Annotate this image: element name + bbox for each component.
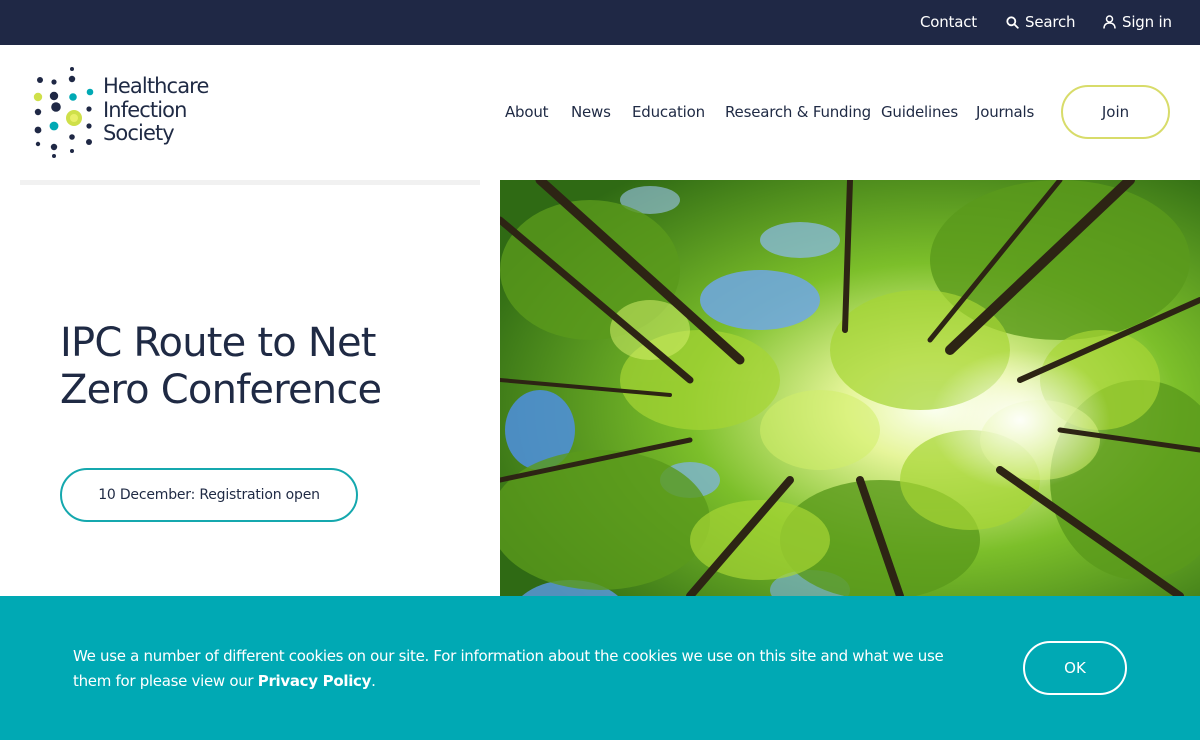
nav-item-journals[interactable]: Journals xyxy=(976,103,1034,121)
utility-bar: Contact Search Sign in xyxy=(0,0,1200,45)
search-label: Search xyxy=(1025,13,1076,31)
cookie-message: We use a number of different cookies on … xyxy=(73,644,973,694)
nav-item-news[interactable]: News xyxy=(571,103,611,121)
hero-image xyxy=(500,180,1200,596)
nav-item-about[interactable]: About xyxy=(505,103,549,121)
cookie-text-after: . xyxy=(371,672,376,690)
logo-line-2: Infection xyxy=(103,97,187,122)
registration-button[interactable]: 10 December: Registration open xyxy=(60,468,358,522)
hero-divider xyxy=(20,180,480,185)
nav-item-guidelines[interactable]: Guidelines xyxy=(881,103,958,121)
nav-item-research-funding[interactable]: Research & Funding xyxy=(725,103,871,121)
logo-line-1: Healthcare xyxy=(103,74,209,98)
nav-item-education[interactable]: Education xyxy=(632,103,705,121)
hero-title: IPC Route to Net Zero Conference xyxy=(60,320,382,413)
cookie-text-before: We use a number of different cookies on … xyxy=(73,647,944,690)
privacy-policy-link[interactable]: Privacy Policy xyxy=(258,672,372,690)
contact-link[interactable]: Contact xyxy=(920,13,977,31)
user-icon xyxy=(1103,15,1116,29)
cookie-ok-button[interactable]: OK xyxy=(1023,641,1127,695)
join-button[interactable]: Join xyxy=(1061,85,1170,139)
search-link[interactable]: Search xyxy=(1006,13,1076,31)
site-logo[interactable]: Healthcare Infection Society xyxy=(30,67,230,159)
sign-in-label: Sign in xyxy=(1122,13,1172,31)
logo-line-3: Society xyxy=(103,121,175,145)
sign-in-link[interactable]: Sign in xyxy=(1103,13,1172,31)
search-icon xyxy=(1006,15,1019,29)
contact-label: Contact xyxy=(920,13,977,31)
cookie-banner: We use a number of different cookies on … xyxy=(0,596,1200,740)
logo-dots-icon xyxy=(33,67,94,158)
logo-wordmark: Healthcare Infection Society xyxy=(103,74,209,146)
site-header: Healthcare Infection Society About News … xyxy=(0,45,1200,180)
